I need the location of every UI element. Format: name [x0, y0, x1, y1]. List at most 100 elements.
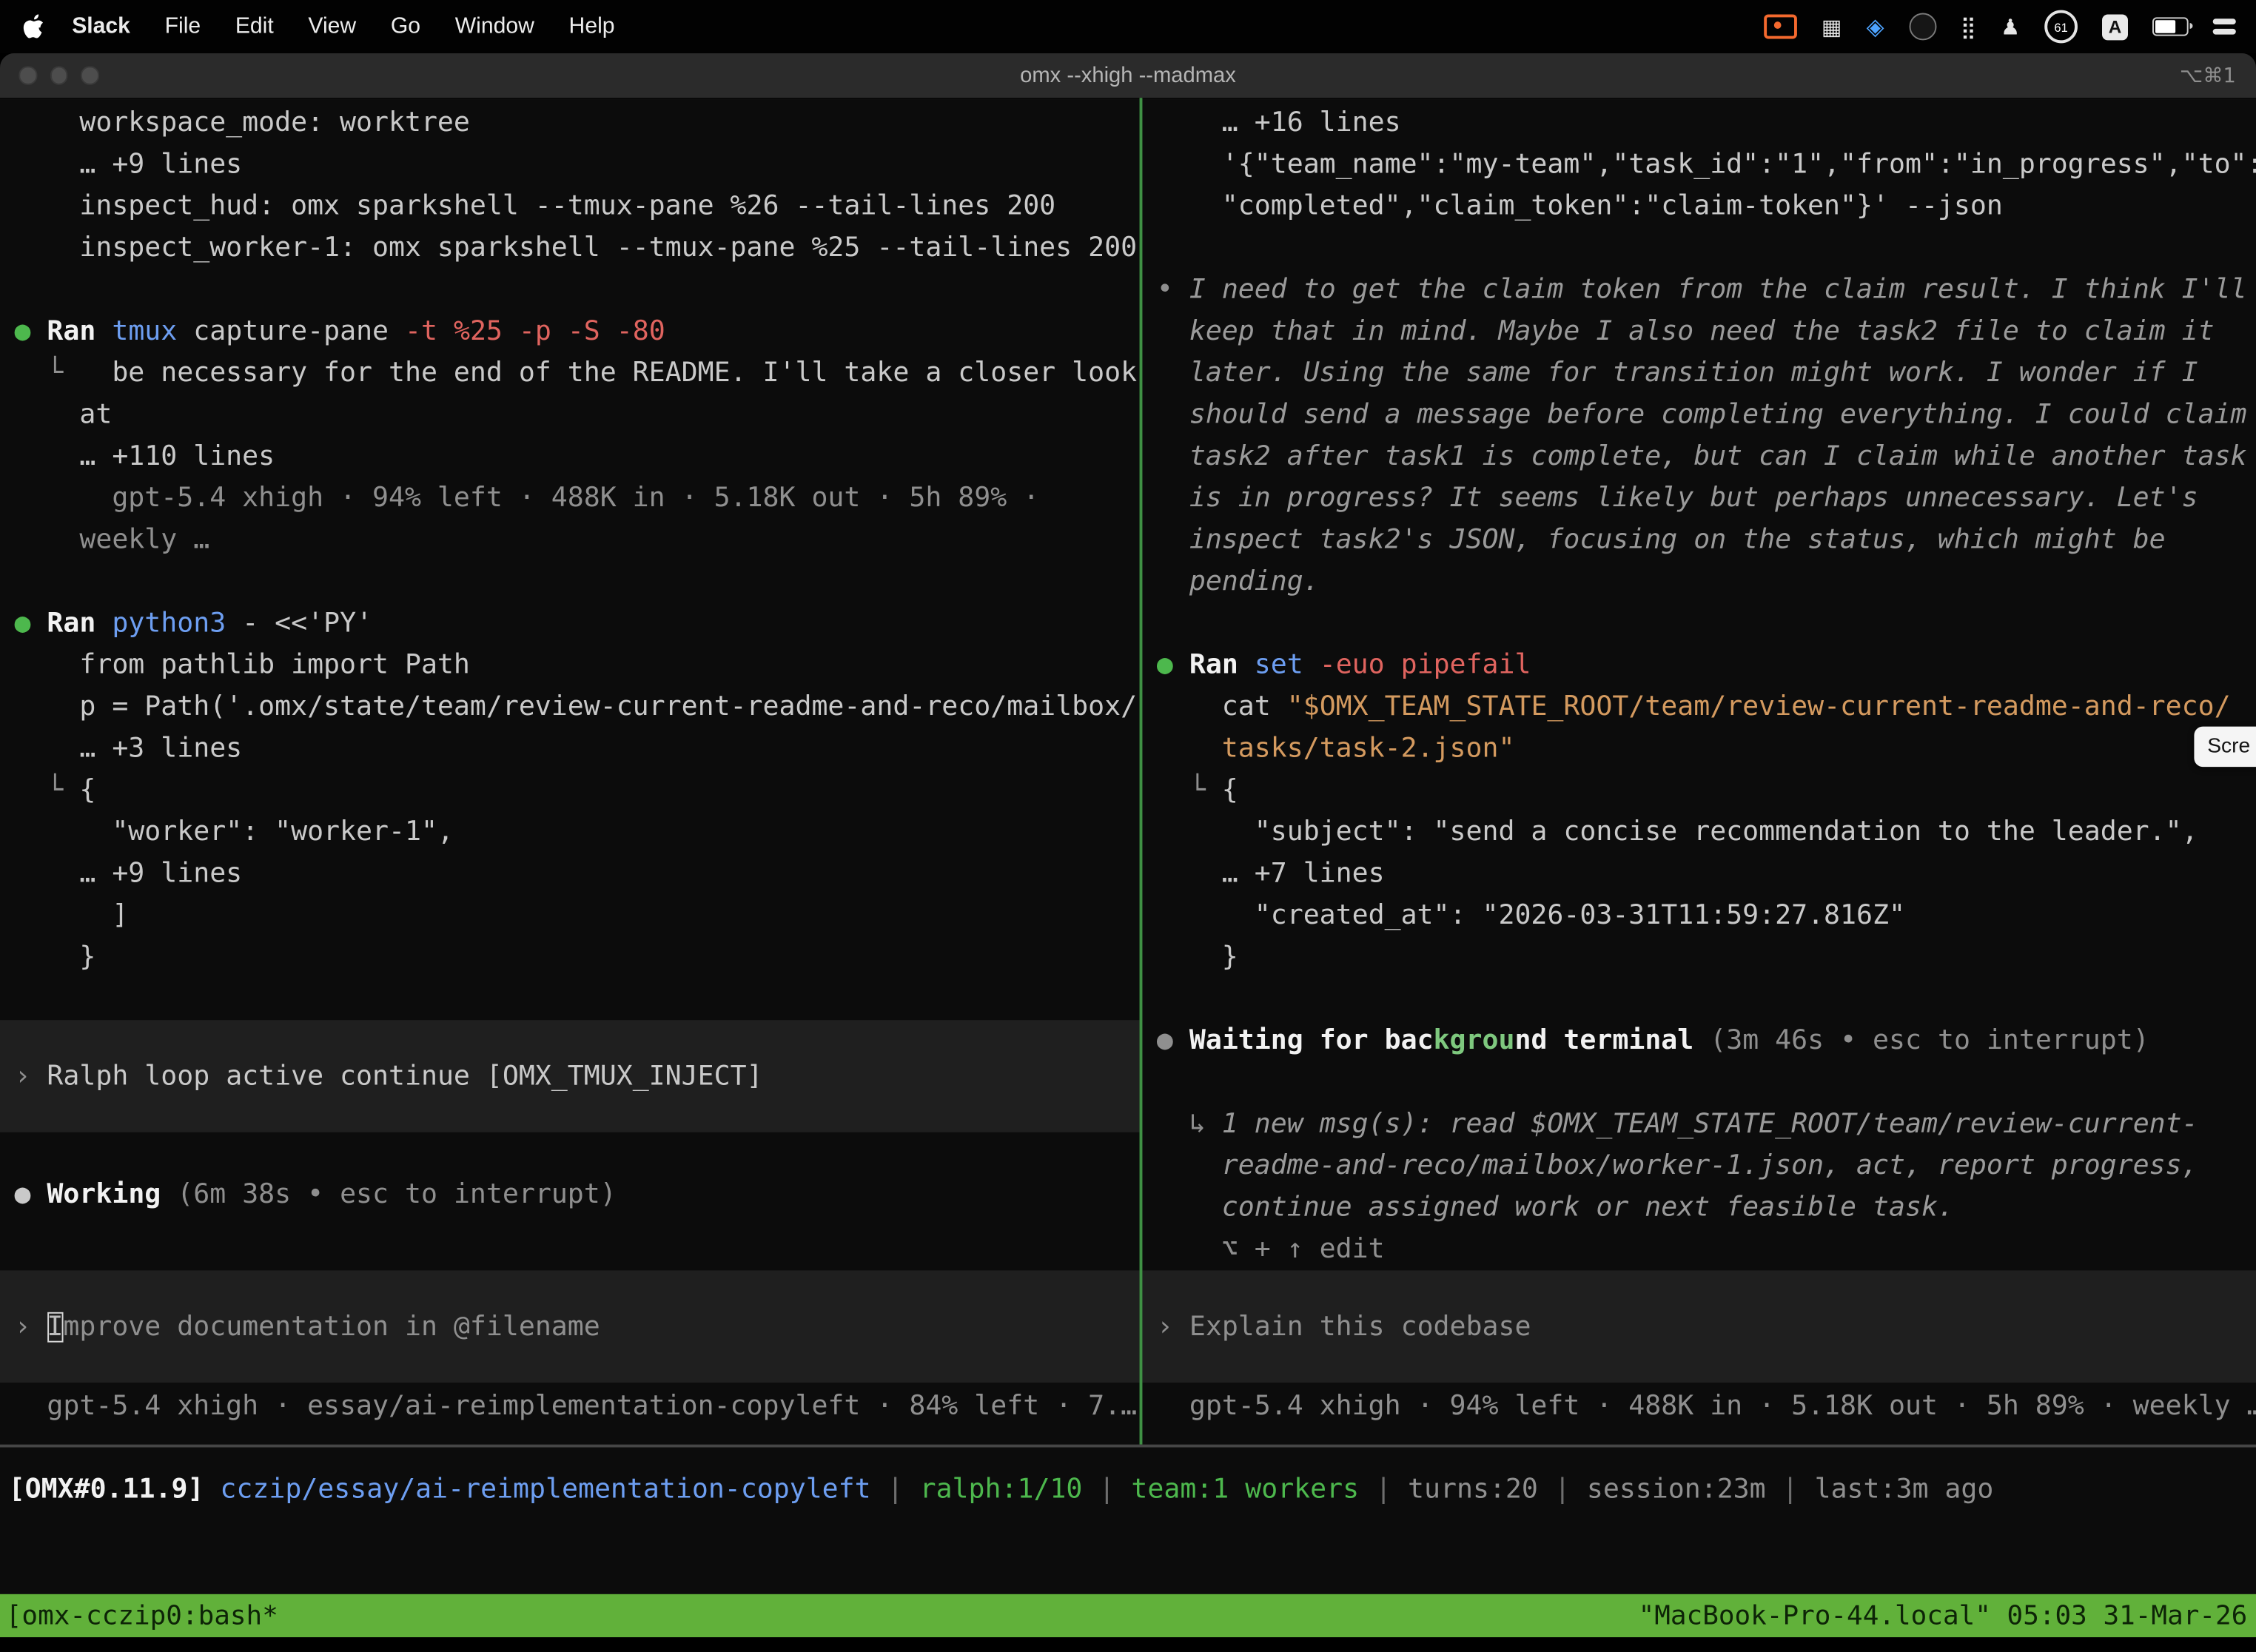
apple-menu-icon[interactable]: [23, 13, 46, 39]
menubar-app-name[interactable]: Slack: [55, 0, 147, 53]
screen-recording-icon[interactable]: [1764, 14, 1797, 38]
text-segment: mprove documentation in @filename: [63, 1312, 600, 1342]
terminal-line: }: [1157, 936, 2256, 978]
terminal-line: readme-and-reco/mailbox/worker-1.json, a…: [1157, 1145, 2256, 1186]
text-segment: ●: [1157, 651, 1189, 681]
window-bottom-strip: [0, 1637, 2256, 1651]
terminal-line: [1157, 978, 2256, 1020]
terminal-line: p = Path('.omx/state/team/review-current…: [14, 686, 1139, 728]
terminal-line: cat "$OMX_TEAM_STATE_ROOT/team/review-cu…: [1157, 686, 2256, 728]
text-segment: ●: [14, 1180, 47, 1210]
menubar-item-help[interactable]: Help: [551, 0, 632, 53]
prompt-suggestion-explain-codebase[interactable]: › Explain this codebase: [1142, 1270, 2256, 1383]
app-grid-icon[interactable]: ⣿: [1961, 13, 1976, 39]
right-terminal-pane[interactable]: … +16 lines '{"team_name":"my-team","tas…: [1142, 98, 2256, 1444]
window-titlebar[interactable]: omx --xhigh --madmax ⌥⌘1: [0, 53, 2256, 99]
input-source-icon[interactable]: A: [2102, 13, 2128, 39]
terminal-content: workspace_mode: worktree … +9 lines insp…: [0, 98, 2256, 1444]
text-segment: ●: [14, 608, 47, 639]
text-segment: }: [1157, 942, 1238, 973]
tmux-session-window[interactable]: [omx-cczip0:bash*: [0, 1601, 278, 1631]
prompt-suggestion-improve-docs[interactable]: › Improve documentation in @filename: [0, 1270, 1140, 1383]
text-segment: weekly …: [14, 526, 209, 556]
battery-percentage-icon[interactable]: 61: [2044, 10, 2078, 44]
text-segment: gpt-5.4 xhigh · 94% left · 488K in · 5.1…: [14, 483, 1039, 514]
session-stats: gpt-5.4 xhigh · 94% left · 488K in · 5.1…: [1157, 1386, 2256, 1427]
text-segment: inspect_worker-1: omx sparkshell --tmux-…: [14, 233, 1137, 263]
left-terminal-pane[interactable]: workspace_mode: worktree … +9 lines insp…: [0, 98, 1140, 1444]
terminal-line: [1157, 227, 2256, 269]
text-segment: tmux: [112, 317, 193, 347]
omx-status-row: [OMX#0.11.9] cczip/essay/ai-reimplementa…: [0, 1448, 2256, 1594]
menubar-item-file[interactable]: File: [147, 0, 218, 53]
ralph-loop-banner: › Ralph loop active continue [OMX_TMUX_I…: [0, 1020, 1140, 1132]
window-title: omx --xhigh --madmax: [0, 64, 2256, 88]
menubar-item-go[interactable]: Go: [374, 0, 438, 53]
terminal-line: should send a message before completing …: [1157, 394, 2256, 436]
person-icon[interactable]: ♟: [2001, 13, 2020, 39]
right-pane-output: … +16 lines '{"team_name":"my-team","tas…: [1157, 102, 2256, 1270]
terminal-line: … +9 lines: [14, 144, 1139, 185]
tmux-host-clock: "MacBook-Pro-44.local" 05:03 31-Mar-26: [1639, 1601, 2256, 1631]
minimize-button[interactable]: [50, 67, 67, 84]
terminal-line: └ {: [1157, 770, 2256, 811]
battery-icon[interactable]: [2152, 17, 2189, 36]
text-segment: ralph:1/10: [920, 1474, 1099, 1505]
screen-overlay-tooltip: Scre: [2195, 727, 2256, 767]
close-button[interactable]: [19, 67, 36, 84]
text-segment: kgrou: [1434, 1026, 1515, 1056]
text-segment: |: [1554, 1474, 1587, 1505]
text-segment: Explain this codebase: [1189, 1312, 1531, 1342]
text-segment: task2 after task1 is complete, but can I…: [1157, 442, 2247, 472]
terminal-line: from pathlib import Path: [14, 645, 1139, 686]
text-segment: capture-pane: [193, 317, 405, 347]
zoom-button[interactable]: [81, 67, 98, 84]
text-segment: (6m 38s • esc to interrupt): [177, 1180, 616, 1210]
text-segment: … +110 lines: [14, 442, 275, 472]
terminal-window: omx --xhigh --madmax ⌥⌘1 workspace_mode:…: [0, 53, 2256, 1652]
menubar-status-icons: ▦ ◈ ⣿ ♟ 61 A: [1764, 10, 2256, 44]
menubar-item-window[interactable]: Window: [437, 0, 551, 53]
terminal-line: "completed","claim_token":"claim-token"}…: [1157, 186, 2256, 227]
keyboard-icon[interactable]: ▦: [1822, 13, 1842, 39]
text-segment: '{"team_name":"my-team","task_id":"1","f…: [1157, 150, 2256, 180]
text-segment: python3: [112, 608, 242, 639]
text-segment: should send a message before completing …: [1157, 400, 2247, 430]
terminal-line: inspect task2's JSON, focusing on the st…: [1157, 520, 2256, 561]
terminal-line: '{"team_name":"my-team","task_id":"1","f…: [1157, 144, 2256, 185]
text-segment: Ran: [47, 317, 112, 347]
terminal-line: continue assigned work or next feasible …: [1157, 1187, 2256, 1229]
text-segment: "completed","claim_token":"claim-token"}…: [1157, 192, 2003, 222]
terminal-line: [14, 1132, 1139, 1174]
terminal-line: … +110 lines: [14, 436, 1139, 477]
text-segment: Ran: [1189, 651, 1255, 681]
thinking-text: • I need to get the claim token from the…: [1157, 269, 2256, 311]
menubar-item-edit[interactable]: Edit: [218, 0, 291, 53]
terminal-line: [14, 978, 1139, 1020]
text-segment: is in progress? It seems likely but perh…: [1157, 483, 2198, 514]
text-segment: Waiting for bac: [1189, 1026, 1434, 1056]
text-segment: pending.: [1157, 567, 1320, 597]
terminal-line: pending.: [1157, 561, 2256, 602]
text-segment: keep that in mind. Maybe I also need the…: [1157, 317, 2215, 347]
menubar-item-view[interactable]: View: [291, 0, 373, 53]
text-segment: gpt-5.4 xhigh · 94% left · 488K in · 5.1…: [1157, 1391, 2256, 1422]
terminal-line: gpt-5.4 xhigh · 94% left · 488K in · 5.1…: [14, 477, 1139, 519]
dark-app-icon[interactable]: [1909, 13, 1936, 40]
terminal-line: ]: [14, 895, 1139, 936]
text-segment: }: [14, 942, 95, 973]
text-segment: ›: [14, 1312, 47, 1342]
text-segment: └: [1157, 776, 1222, 806]
text-segment: ›: [14, 1061, 47, 1092]
traffic-lights: [19, 53, 98, 98]
blue-app-icon[interactable]: ◈: [1867, 13, 1884, 40]
text-segment: -euo pipefail: [1320, 651, 1531, 681]
mailbox-message: ↳ 1 new msg(s): read $OMX_TEAM_STATE_ROO…: [1157, 1104, 2256, 1145]
text-segment: inspect task2's JSON, focusing on the st…: [1157, 526, 2166, 556]
control-center-icon[interactable]: [2213, 19, 2236, 34]
text-segment: Ralph loop active continue [OMX_TMUX_INJ…: [47, 1061, 762, 1092]
terminal-line: [14, 269, 1139, 311]
text-segment: "worker": "worker-1",: [14, 817, 453, 847]
text-segment: … +7 lines: [1157, 859, 1385, 889]
terminal-line: task2 after task1 is complete, but can I…: [1157, 436, 2256, 477]
